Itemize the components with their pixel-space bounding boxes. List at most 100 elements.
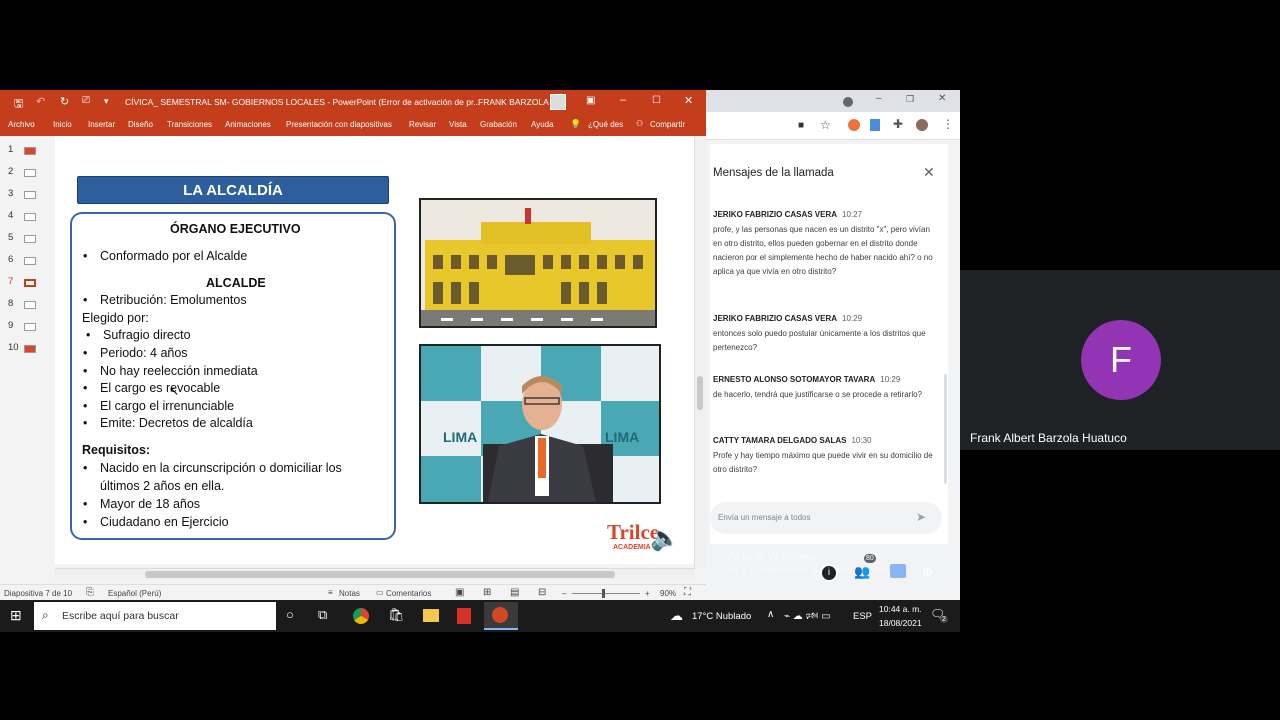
- slide-thumbnail[interactable]: 10: [8, 342, 48, 356]
- language-status[interactable]: Español (Perú): [108, 589, 161, 598]
- thumbnail-number: 5: [8, 232, 14, 243]
- share-icon[interactable]: ⚇: [636, 119, 643, 128]
- present-icon[interactable]: ⎚: [82, 95, 90, 106]
- zoom-slider-thumb[interactable]: [602, 589, 605, 598]
- clock-date[interactable]: 18/08/2021: [879, 618, 922, 628]
- tab-transiciones[interactable]: Transiciones: [167, 120, 212, 129]
- reading-view-icon[interactable]: ▤: [510, 587, 519, 598]
- slide-thumbnail[interactable]: 2: [8, 166, 48, 180]
- clock-time[interactable]: 10:44 a. m.: [879, 604, 922, 614]
- notification-badge: 2: [940, 616, 948, 623]
- tab-inicio[interactable]: Inicio: [53, 120, 72, 129]
- chat-icon[interactable]: [890, 564, 906, 578]
- hidden-icons-icon[interactable]: ∧: [767, 609, 774, 620]
- close-icon[interactable]: ✕: [923, 164, 935, 181]
- close-icon[interactable]: ✕: [938, 93, 946, 104]
- scroll-thumb[interactable]: [697, 376, 703, 410]
- customize-icon[interactable]: ▾: [104, 96, 109, 107]
- share-button[interactable]: Compartir: [650, 120, 685, 129]
- message-text: de hacerlo, tendrá que justificarse o se…: [713, 390, 923, 399]
- notes-icon[interactable]: ≡: [328, 588, 333, 597]
- accessibility-icon[interactable]: ⎘: [86, 587, 94, 598]
- chat-scrollbar[interactable]: [944, 374, 947, 484]
- task-view-icon[interactable]: ⧉: [318, 607, 327, 623]
- undo-icon[interactable]: ↶: [36, 95, 45, 108]
- redo-icon[interactable]: ↻: [60, 95, 69, 108]
- fit-slide-icon[interactable]: ⛶: [684, 587, 691, 598]
- store-icon[interactable]: 🛍: [388, 607, 405, 623]
- zoom-slider[interactable]: [572, 593, 640, 594]
- extension-icon[interactable]: [870, 119, 880, 131]
- tab-grabacion[interactable]: Grabación: [480, 120, 517, 129]
- tab-revisar[interactable]: Revisar: [409, 120, 436, 129]
- slide-thumbnail[interactable]: 3: [8, 188, 48, 202]
- zoom-in-icon[interactable]: +: [645, 589, 650, 598]
- participant-name: Frank Albert Barzola Huatuco: [970, 431, 1127, 445]
- thumbnail-number: 3: [8, 188, 14, 199]
- list-item: Periodo: 4 años: [83, 346, 187, 360]
- user-avatar[interactable]: [550, 94, 566, 110]
- tab-insertar[interactable]: Insertar: [88, 120, 115, 129]
- acrobat-icon[interactable]: [457, 608, 471, 624]
- slide-thumbnail[interactable]: 7: [8, 276, 48, 290]
- language-indicator[interactable]: ESP: [853, 611, 872, 622]
- participant-tile: F Frank Albert Barzola Huatuco: [960, 270, 1280, 450]
- list-item: No hay reelección inmediata: [83, 364, 258, 378]
- slide-thumbnail[interactable]: 8: [8, 298, 48, 312]
- send-icon[interactable]: ➤: [916, 510, 926, 524]
- notes-button[interactable]: Notas: [339, 589, 360, 598]
- slide-thumbnail[interactable]: 9: [8, 320, 48, 334]
- extension-icon[interactable]: [848, 119, 860, 131]
- slide-thumbnail[interactable]: 6: [8, 254, 48, 268]
- tab-presentacion[interactable]: Presentación con diapositivas: [286, 120, 392, 129]
- people-icon[interactable]: 👥: [854, 564, 870, 580]
- windows-start-icon[interactable]: ⊞: [10, 607, 22, 624]
- maximize-icon[interactable]: ☐: [652, 95, 661, 106]
- slide-thumbnail[interactable]: 5: [8, 232, 48, 246]
- slideshow-view-icon[interactable]: ⊟: [538, 587, 546, 598]
- weather-text[interactable]: 17°C Nublado: [692, 611, 751, 622]
- close-icon[interactable]: ✕: [684, 94, 693, 107]
- cortana-icon[interactable]: ○: [286, 607, 294, 622]
- ribbon-display-icon[interactable]: ▣: [586, 95, 595, 106]
- camera-icon[interactable]: ■: [798, 120, 804, 131]
- tab-archivo[interactable]: Archivo: [8, 120, 35, 129]
- menu-icon[interactable]: ⋮: [942, 117, 954, 131]
- info-icon[interactable]: i: [820, 564, 838, 582]
- activate-windows-text: Ve a Configuración para activar Windows.: [728, 565, 905, 576]
- minimize-icon[interactable]: –: [620, 94, 626, 106]
- taskbar-search[interactable]: ⌕ Escribe aquí para buscar: [34, 602, 276, 630]
- horizontal-scrollbar[interactable]: [55, 568, 695, 580]
- record-icon[interactable]: [843, 97, 853, 107]
- list-item: Sufragio directo: [86, 328, 190, 342]
- slide-thumbnail[interactable]: 1: [8, 144, 48, 158]
- comments-button[interactable]: Comentarios: [386, 589, 431, 598]
- powerpoint-taskbar-button[interactable]: [484, 602, 518, 630]
- activities-icon[interactable]: ⊕: [922, 564, 933, 580]
- file-explorer-icon[interactable]: [423, 609, 439, 622]
- tab-vista[interactable]: Vista: [449, 120, 467, 129]
- comments-icon[interactable]: ▭: [376, 588, 384, 597]
- thumbnail-preview: [24, 213, 36, 221]
- tab-animaciones[interactable]: Animaciones: [225, 120, 271, 129]
- chat-input[interactable]: Envía un mensaje a todos ➤: [710, 502, 942, 534]
- scroll-thumb[interactable]: [145, 571, 615, 578]
- normal-view-icon[interactable]: ▣: [455, 587, 464, 598]
- profile-avatar[interactable]: [916, 119, 928, 131]
- tell-me-search[interactable]: ¿Qué des: [588, 120, 623, 129]
- minimize-icon[interactable]: –: [876, 93, 882, 104]
- slide-thumbnail[interactable]: 4: [8, 210, 48, 224]
- tab-ayuda[interactable]: Ayuda: [531, 120, 554, 129]
- vertical-scrollbar[interactable]: [694, 136, 706, 568]
- tab-diseno[interactable]: Diseño: [128, 120, 153, 129]
- chrome-app-icon[interactable]: [353, 608, 369, 624]
- message-text: profe, y las personas que nacen es un di…: [713, 225, 933, 276]
- star-icon[interactable]: ☆: [820, 118, 831, 132]
- zoom-out-icon[interactable]: –: [562, 589, 566, 598]
- restore-icon[interactable]: ❐: [906, 94, 914, 105]
- tray-icons[interactable]: ⌁ ☁ 🕬 ▭: [784, 609, 831, 626]
- zoom-level[interactable]: 90%: [660, 589, 676, 598]
- sorter-view-icon[interactable]: ⊞: [483, 587, 491, 598]
- save-icon[interactable]: 🖫: [14, 95, 23, 114]
- puzzle-icon[interactable]: ✚: [893, 117, 903, 131]
